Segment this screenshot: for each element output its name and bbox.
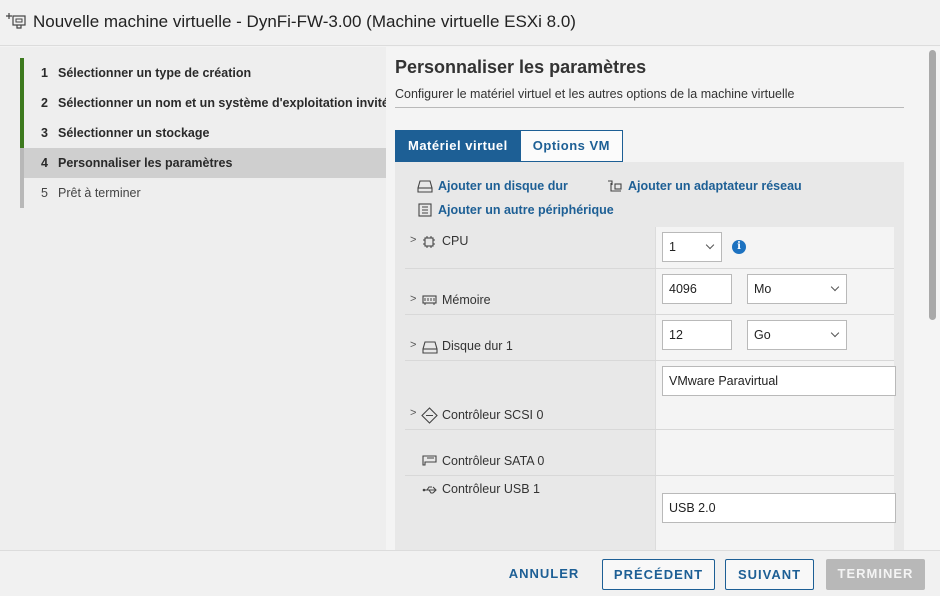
cpu-label: CPU: [442, 234, 469, 248]
dialog-footer: ANNULER PRÉCÉDENT SUIVANT TERMINER: [0, 550, 940, 596]
expand-chevron-icon[interactable]: >: [410, 293, 416, 305]
network-adapter-icon: [608, 180, 622, 192]
hard-disk-icon: [417, 180, 433, 193]
step-label: Prêt à terminer: [58, 186, 141, 200]
disk-size-input[interactable]: 12: [662, 320, 732, 350]
step-number: 4: [41, 156, 48, 170]
cpu-count-value: 1: [669, 240, 676, 254]
step-number: 3: [41, 126, 48, 140]
memory-label: Mémoire: [442, 293, 491, 307]
wizard-step-2[interactable]: 2 Sélectionner un nom et un système d'exp…: [20, 88, 389, 118]
scsi-controller-type-field[interactable]: VMware Paravirtual: [662, 366, 896, 396]
add-network-adapter-label: Ajouter un adaptateur réseau: [628, 179, 802, 193]
wizard-step-4[interactable]: 4 Personnaliser les paramètres: [20, 148, 386, 178]
new-vm-icon: [6, 13, 26, 29]
sata-controller-icon: [422, 455, 437, 466]
tab-vm-options[interactable]: Options VM: [520, 130, 623, 162]
step-label: Sélectionner un nom et un système d'expl…: [58, 96, 389, 110]
cancel-button[interactable]: ANNULER: [500, 559, 588, 590]
hardware-row-usb-controller: Contrôleur USB 1 USB 2.0: [405, 475, 896, 550]
cpu-count-select[interactable]: 1: [662, 232, 722, 262]
add-other-device-label: Ajouter un autre périphérique: [438, 203, 614, 217]
page-title: Personnaliser les paramètres: [395, 57, 647, 77]
wizard-step-3[interactable]: 3 Sélectionner un stockage: [20, 118, 386, 148]
hardware-row-memory: > Mémoire 4096 Mo: [405, 268, 894, 314]
hardware-list: > CPU 1 i > Mémoire 4096 Mo > Disque dur…: [405, 227, 896, 550]
step-label: Sélectionner un type de création: [58, 66, 252, 80]
tab-virtual-hardware[interactable]: Matériel virtuel: [395, 130, 521, 162]
step-number: 2: [41, 96, 48, 110]
chevron-down-icon: [705, 240, 715, 250]
add-hard-disk-label: Ajouter un disque dur: [438, 179, 568, 193]
chevron-down-icon: [830, 282, 840, 292]
memory-unit-select[interactable]: Mo: [747, 274, 847, 304]
step-label: Sélectionner un stockage: [58, 126, 210, 140]
usb-controller-label: Contrôleur USB 1: [442, 482, 540, 496]
scsi-controller-icon: [421, 407, 438, 424]
virtual-hardware-panel: Ajouter un disque dur Ajouter un adaptat…: [395, 162, 904, 550]
dialog-title: Nouvelle machine virtuelle - DynFi-FW-3.…: [33, 12, 576, 31]
scsi-controller-label: Contrôleur SCSI 0: [442, 408, 544, 422]
hard-disk-icon: [422, 341, 438, 354]
usb-controller-type-field[interactable]: USB 2.0: [662, 493, 896, 523]
step-label: Personnaliser les paramètres: [58, 156, 233, 170]
next-button[interactable]: SUIVANT: [725, 559, 814, 590]
chevron-down-icon: [830, 328, 840, 338]
hard-disk-label: Disque dur 1: [442, 339, 513, 353]
hardware-row-hard-disk: > Disque dur 1 12 Go: [405, 314, 894, 360]
hardware-row-cpu: > CPU 1 i: [405, 227, 894, 268]
finish-button[interactable]: TERMINER: [826, 559, 925, 590]
cpu-icon: [423, 236, 435, 248]
divider: [395, 107, 904, 108]
wizard-steps-panel: 1 Sélectionner un type de création 2 Sélec…: [0, 47, 389, 550]
memory-size-input[interactable]: 4096: [662, 274, 732, 304]
page-subtitle: Configurer le matériel virtuel et les au…: [395, 87, 795, 101]
step-number: 5: [41, 186, 48, 200]
expand-chevron-icon[interactable]: >: [410, 407, 416, 419]
memory-unit-value: Mo: [754, 282, 772, 296]
wizard-step-5[interactable]: 5 Prêt à terminer: [20, 178, 386, 208]
disk-unit-select[interactable]: Go: [747, 320, 847, 350]
disk-unit-value: Go: [754, 328, 771, 342]
wizard-step-1[interactable]: 1 Sélectionner un type de création: [20, 58, 386, 88]
sata-controller-label: Contrôleur SATA 0: [442, 454, 545, 468]
usb-icon: [422, 486, 437, 494]
expand-chevron-icon[interactable]: >: [410, 234, 416, 246]
scrollbar-thumb[interactable]: [929, 50, 936, 320]
memory-icon: [422, 295, 437, 305]
add-network-adapter-link[interactable]: Ajouter un adaptateur réseau: [608, 179, 802, 193]
hardware-row-sata-controller: Contrôleur SATA 0: [405, 429, 894, 475]
scrollbar[interactable]: [926, 47, 940, 550]
add-other-device-link[interactable]: Ajouter un autre périphérique: [418, 203, 614, 217]
info-icon[interactable]: i: [732, 240, 746, 254]
expand-chevron-icon[interactable]: >: [410, 339, 416, 351]
dialog-titlebar: Nouvelle machine virtuelle - DynFi-FW-3.…: [0, 0, 940, 46]
step-number: 1: [41, 66, 48, 80]
add-hard-disk-link[interactable]: Ajouter un disque dur: [417, 179, 568, 193]
customize-settings-panel: Personnaliser les paramètres Configurer …: [386, 47, 926, 550]
hardware-row-scsi-controller: > Contrôleur SCSI 0 VMware Paravirtual: [405, 360, 896, 429]
other-device-icon: [418, 203, 432, 217]
settings-tabs: Matériel virtuel Options VM: [395, 130, 623, 162]
previous-button[interactable]: PRÉCÉDENT: [602, 559, 715, 590]
